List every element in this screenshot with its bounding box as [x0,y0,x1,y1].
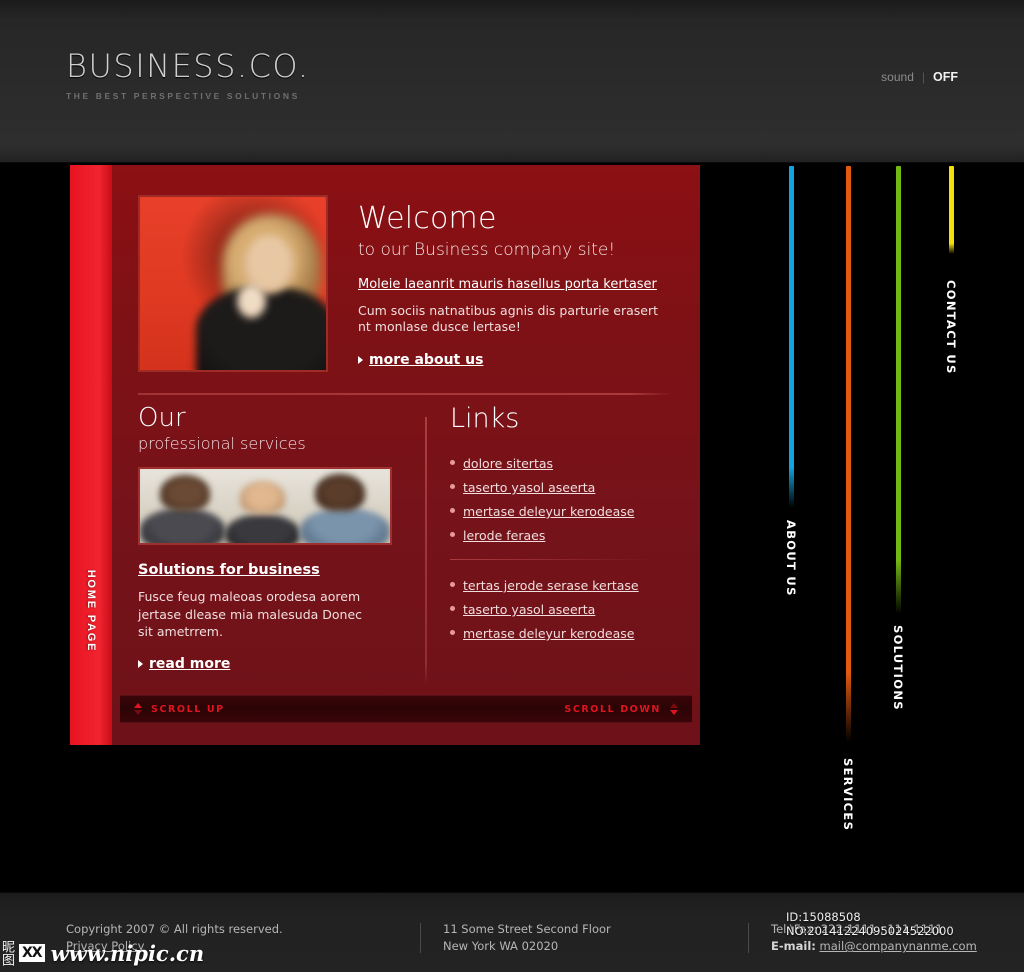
bullet-icon [450,630,455,635]
nav-line-solutions [896,166,901,614]
links-group-1: dolore sitertas taserto yasol aseerta me… [450,456,675,543]
link-label[interactable]: lerode feraes [463,528,545,543]
nav-label-contact-us[interactable]: CONTACT US [944,280,958,375]
list-item[interactable]: taserto yasol aseerta [450,602,675,617]
read-more-label[interactable]: read more [149,656,230,672]
column-divider [425,417,427,685]
footer-address-line1: 11 Some Street Second Floor [443,922,611,936]
hero-paragraph: Cum sociis natnatibus agnis dis parturie… [358,302,658,335]
link-label[interactable]: mertase deleyur kerodease [463,626,634,641]
footer-contact: Tel.\Fax: 222-1111 ; 111-1111 E-mail: ma… [771,921,1021,956]
sound-toggle[interactable]: sound | OFF [881,70,958,84]
nav-line-about-us [789,166,794,508]
bullet-icon [450,460,455,465]
list-item[interactable]: taserto yasol aseerta [450,480,675,495]
watermark-badge: XX [19,944,45,962]
link-label[interactable]: tertas jerode serase kertase [463,578,639,593]
footer-phone: Tel.\Fax: 222-1111 ; 111-1111 [771,922,943,936]
links-heading: Links [450,403,520,434]
services-photo-person3-head [315,473,365,511]
scroll-up-button[interactable]: SCROLL UP [134,703,225,715]
services-heading: Our [138,403,186,433]
site-header: BUSINESS.CO. THE BEST PERSPECTIVE SOLUTI… [0,0,1024,163]
site-footer: Copyright 2007 © All rights reserved. Pr… [0,892,1024,972]
watermark-cjk-text: 昵图 [0,940,14,966]
list-item[interactable]: dolore sitertas [450,456,675,471]
links-column: Links dolore sitertas taserto yasol asee… [450,405,675,650]
footer-separator [420,923,421,953]
footer-email-label: E-mail: [771,939,816,954]
hero-photo [138,195,328,372]
links-divider [450,559,655,560]
services-photo [138,467,392,546]
scroll-down-button[interactable]: SCROLL DOWN [564,703,678,715]
list-item[interactable]: mertase deleyur kerodease [450,504,675,519]
link-label[interactable]: taserto yasol aseerta [463,480,595,495]
services-photo-person1-head [160,475,210,511]
bullet-icon [450,582,455,587]
hero-heading: Welcome [358,201,497,236]
nav-label-services[interactable]: SERVICES [841,758,855,831]
more-about-us-link[interactable]: more about us [358,352,673,368]
arrow-right-icon [358,355,363,364]
nav-line-contact-us [949,166,954,254]
services-photo-person1-body [140,507,225,544]
services-photo-person3-body [300,507,390,544]
footer-email-link[interactable]: mail@companynanme.com [820,939,977,953]
bullet-icon [450,508,455,513]
sound-label: sound [881,70,914,84]
home-page-tab[interactable]: HOME PAGE [70,165,112,745]
link-label[interactable]: mertase deleyur kerodease [463,504,634,519]
list-item[interactable]: mertase deleyur kerodease [450,626,675,641]
footer-copyright: Copyright 2007 © All rights reserved. [66,922,283,936]
footer-separator [748,923,749,953]
link-label[interactable]: taserto yasol aseerta [463,602,595,617]
bullet-icon [450,484,455,489]
bullet-icon [450,532,455,537]
list-item[interactable]: tertas jerode serase kertase [450,578,675,593]
scroll-down-label: SCROLL DOWN [564,703,661,715]
scroll-up-icon [134,703,142,715]
links-group-2: tertas jerode serase kertase taserto yas… [450,578,675,641]
list-item[interactable]: lerode feraes [450,528,675,543]
footer-legal: Copyright 2007 © All rights reserved. Pr… [66,921,420,956]
scroll-up-label: SCROLL UP [151,703,225,715]
more-about-us-label[interactable]: more about us [369,352,483,368]
services-subheading: professional services [138,434,306,454]
footer-address: 11 Some Street Second Floor New York WA … [443,921,748,956]
privacy-policy-link[interactable]: Privacy Policy [66,939,144,953]
bullet-icon [450,606,455,611]
hero-text: Welcome to our Business company site! Mo… [358,203,673,368]
hero-section: Welcome to our Business company site! Mo… [138,195,673,375]
services-column: Our professional services Solutions for … [138,403,406,672]
logo-tagline: THE BEST PERSPECTIVE SOLUTIONS [66,91,300,101]
footer-address-line2: New York WA 02020 [443,939,559,954]
sound-state[interactable]: OFF [933,70,958,84]
nav-label-solutions[interactable]: SOLUTIONS [891,625,905,711]
arrow-right-icon [138,660,143,669]
main-panel: HOME PAGE Welcome to our Business compan… [70,165,700,745]
logo[interactable]: BUSINESS.CO. THE BEST PERSPECTIVE SOLUTI… [66,50,309,101]
read-more-link[interactable]: read more [138,656,406,672]
logo-title: BUSINESS.CO. [66,47,310,85]
hero-headline-link[interactable]: Moleie laeanrit mauris hasellus porta ke… [358,277,657,292]
panel-scrollbar[interactable]: SCROLL UP SCROLL DOWN [120,695,692,723]
services-item-text: Fusce feug maleoas orodesa aorem jertase… [138,589,363,639]
scroll-down-icon [670,703,678,715]
services-photo-person2-head [240,481,285,514]
home-page-tab-label: HOME PAGE [85,569,97,653]
sound-separator: | [921,70,925,84]
nav-line-services [846,166,851,742]
hero-subheading: to our Business company site! [358,239,616,260]
link-label[interactable]: dolore sitertas [463,456,553,471]
panel-divider [138,393,673,395]
nav-label-about-us[interactable]: ABOUT US [784,520,798,597]
services-item-title[interactable]: Solutions for business [138,562,320,578]
panel-body: Welcome to our Business company site! Mo… [112,165,700,745]
